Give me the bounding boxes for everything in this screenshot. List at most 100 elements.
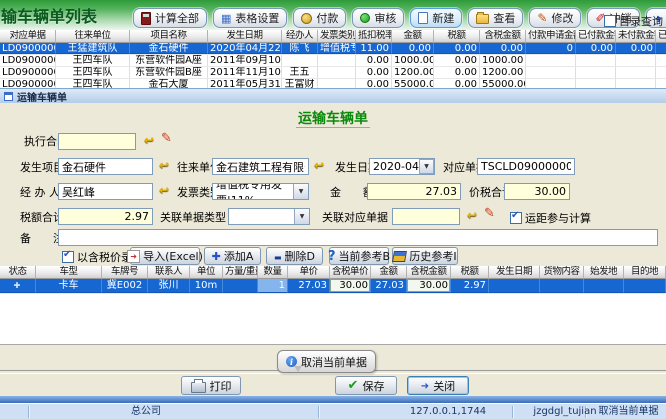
column-header[interactable]: 税额 [434,30,480,43]
column-header[interactable]: 金额 [371,266,407,279]
column-header[interactable]: 含税金额 [407,266,451,279]
grid-cell[interactable]: 1 [258,279,288,293]
grid-cell[interactable] [526,67,576,78]
distance-calc-checkbox[interactable]: 运距参与计算 [510,210,591,226]
grid-cell[interactable]: 增值税专用发票 [318,43,356,54]
grid-cell[interactable]: 11.00 [356,43,392,54]
column-header[interactable]: 单价 [288,266,330,279]
project-lookup-arrow-icon[interactable] [156,158,172,173]
grid-cell[interactable] [318,67,356,78]
modify-button[interactable]: 修改 [529,8,581,28]
grid-cell[interactable]: 0.00 [356,55,392,66]
column-header[interactable]: 发生日期 [489,266,540,279]
grid-cell[interactable]: 王四车队 [56,55,130,66]
grid-cell[interactable] [616,55,656,66]
table-row[interactable]: LD090000004王猛建筑队金石硬件2020年04月22日陈飞增值税专用发票… [0,43,666,55]
grid-cell[interactable]: 0.00 [434,43,480,54]
column-header[interactable]: 数量 [258,266,288,279]
agent-input[interactable] [58,183,153,200]
grid-cell[interactable] [318,55,356,66]
new-button[interactable]: 新建 [410,8,462,28]
checkbox-box[interactable] [62,251,74,263]
chevron-down-icon[interactable]: ▼ [293,184,308,199]
child-window-captionbar[interactable]: 运输车辆单 [0,88,666,103]
grid-cell[interactable]: 2020年04月22日 [208,43,282,54]
grid-cell[interactable]: LD090000004 [0,43,56,54]
grid-cell[interactable]: 2011年09月10日 [208,55,282,66]
column-header[interactable]: 税额 [451,266,489,279]
delete-row-button[interactable]: 删除D [266,247,323,265]
add-row-button[interactable]: 添加A [204,247,261,265]
note-input[interactable] [58,229,658,246]
grid-cell[interactable] [489,279,540,293]
grid-cell[interactable]: 0.00 [434,55,480,66]
grid-cell[interactable]: 0.00 [576,43,616,54]
grid-cell[interactable]: 1000.00 [480,55,526,66]
grid-cell[interactable]: 30.00 [407,279,451,293]
date-dropdown-icon[interactable]: ▼ [419,159,434,174]
related-doc-input[interactable] [392,208,460,225]
column-header[interactable]: 发票类别 [318,30,356,43]
column-header[interactable]: 含税单价 [330,266,371,279]
grid-cell[interactable]: LD090000003 [0,67,56,78]
print-button[interactable]: 打印 [181,376,241,395]
invoice-type-select[interactable]: 增值税专用发票|11%▼ [212,183,309,200]
payment-button[interactable]: 付款 [293,8,346,28]
related-doc-edit-pencil-icon[interactable] [484,206,500,222]
grid-cell[interactable]: 冀E002 [102,279,148,293]
grid-cell[interactable]: 陈飞 [282,43,318,54]
grid-cell[interactable]: 10m [190,279,223,293]
column-header[interactable]: 车型 [36,266,102,279]
grid-cell[interactable] [0,279,36,293]
column-header[interactable]: 始发地 [584,266,624,279]
grid-cell[interactable]: 0.00 [434,67,480,78]
column-header[interactable]: 未付款金额 [616,30,656,43]
grid-cell[interactable]: 30.00 [330,279,371,293]
grid-cell[interactable]: 0.00 [480,43,526,54]
grid-cell[interactable] [223,279,258,293]
grid-cell[interactable] [282,55,318,66]
import-excel-button[interactable]: 导入(Excel) [130,247,200,265]
related-doc-lookup-arrow-icon[interactable] [464,208,480,223]
grid-cell[interactable] [656,55,666,66]
column-header[interactable]: 含税金额 [480,30,526,43]
grid-cell[interactable]: 0.00 [616,43,656,54]
column-header[interactable]: 往来单位 [56,30,130,43]
dir-query-checkbox[interactable]: 目录查询 [604,13,663,29]
grid-cell[interactable]: 0 [526,43,576,54]
grid-cell[interactable] [576,55,616,66]
column-header[interactable]: 经办人 [282,30,318,43]
audit-button[interactable]: 审核 [352,8,404,28]
column-header[interactable]: 金额 [392,30,434,43]
checkbox-box[interactable] [604,15,616,27]
column-header[interactable]: 单位 [190,266,223,279]
column-header[interactable]: 货物内容 [540,266,584,279]
column-header[interactable]: 对应单据 [0,30,56,43]
chevron-down-icon[interactable]: ▼ [294,209,309,224]
grid-cell[interactable]: 卡车 [36,279,102,293]
column-header[interactable]: 目的地 [624,266,666,279]
doc-no-input[interactable] [477,158,575,175]
column-header[interactable]: 抵扣税率% [356,30,392,43]
grid-cell[interactable]: 2.97 [451,279,489,293]
related-type-select[interactable]: ▼ [228,208,310,225]
grid-cell[interactable] [656,43,666,54]
history-reference-button[interactable]: 历史参考I [392,247,458,265]
grid-cell[interactable] [656,67,666,78]
view-button[interactable]: 查看 [468,8,523,28]
grid-cell[interactable]: 1200.00 [392,67,434,78]
grid-cell[interactable]: 27.03 [288,279,330,293]
grid-cell[interactable]: 东营软件园B座 [130,67,208,78]
grid-cell[interactable] [584,279,624,293]
column-header[interactable]: 方量/重量 [223,266,258,279]
grid-cell[interactable]: 0.00 [392,43,434,54]
grid-cell[interactable]: 0.00 [356,67,392,78]
grid-cell[interactable]: 27.03 [371,279,407,293]
grid-cell[interactable] [576,67,616,78]
grid-cell[interactable]: 金石硬件 [130,43,208,54]
grid-cell[interactable] [616,67,656,78]
contract-input[interactable] [58,133,136,150]
current-reference-button[interactable]: 当前参考B [329,247,389,265]
column-header[interactable]: 车牌号 [102,266,148,279]
column-header[interactable]: 已付款金额 [576,30,616,43]
